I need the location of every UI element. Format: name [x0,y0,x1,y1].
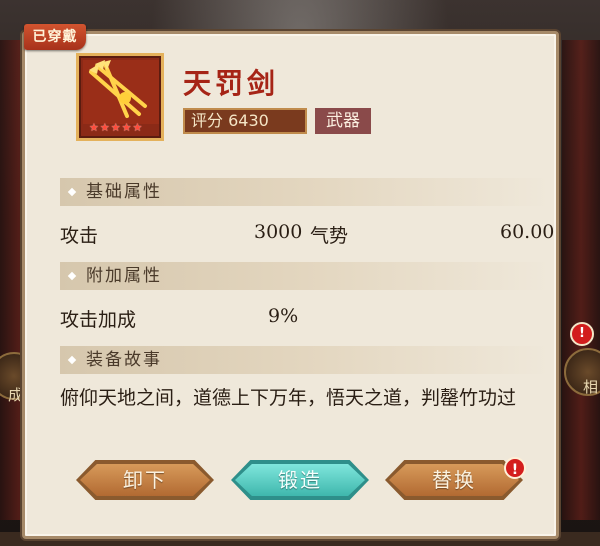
alert-icon: ! [504,457,526,479]
item-star-rating: ★★★★★ [89,121,144,134]
sword-icon [83,60,159,124]
stat-value-attack: 3000 [254,221,303,243]
diamond-bullet-icon [67,271,77,281]
background-text-left: 成 [8,386,24,404]
diamond-bullet-icon [67,187,77,197]
section-header-base-stats: 基础属性 [60,178,550,206]
section-title: 附加属性 [86,266,162,286]
stat-label-attack: 攻击 [60,225,99,247]
section-title: 装备故事 [86,350,162,370]
equipment-story-text: 俯仰天地之间，道德上下万年，悟天之道，判罄竹功过 [60,387,517,409]
section-header-story: 装备故事 [60,346,550,374]
diamond-bullet-icon [67,355,77,365]
item-score: 评分 6430 [183,108,307,134]
item-type-tag: 武器 [315,108,371,134]
item-icon-frame: ★★★★★ [76,53,164,141]
replace-button[interactable]: 替换 [385,460,523,500]
item-name: 天罚剑 [183,67,280,100]
forge-button[interactable]: 锻造 [231,460,369,500]
stat-label-attack-bonus: 攻击加成 [60,309,137,331]
background-pillar-right [562,40,600,520]
background-alert-icon: ! [570,322,594,346]
section-title: 基础属性 [86,182,162,202]
unequip-button-label: 卸下 [123,468,167,492]
stat-value-attack-bonus: 9% [268,305,299,327]
stat-value-momentum: 60.00 [500,221,555,243]
background-text-right: 相 [582,378,598,396]
section-header-extra-stats: 附加属性 [60,262,550,290]
unequip-button[interactable]: 卸下 [76,460,214,500]
stat-label-momentum: 气势 [310,225,349,247]
equipped-badge: 已穿戴 [24,24,86,50]
replace-button-label: 替换 [432,468,476,492]
forge-button-label: 锻造 [278,468,322,492]
